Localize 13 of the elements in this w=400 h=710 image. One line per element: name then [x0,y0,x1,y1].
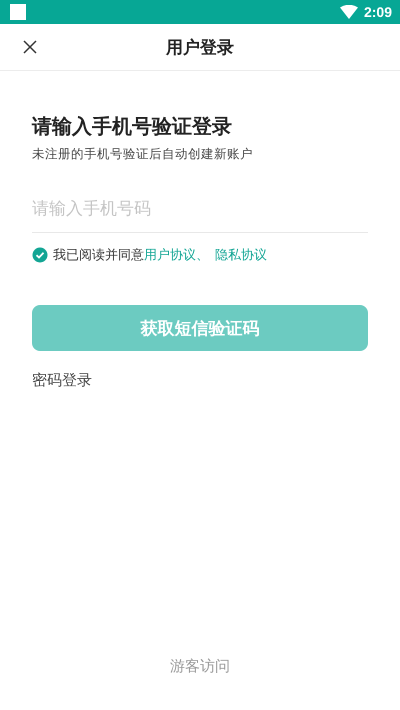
agreement-link[interactable]: 用户协议、 [144,246,209,264]
notification-icon [10,4,26,20]
agreement-link[interactable]: 隐私协议 [215,246,267,264]
close-icon[interactable] [23,40,37,54]
agreement-checkbox[interactable] [32,247,48,263]
password-login-link[interactable]: 密码登录 [32,371,92,390]
page-title: 用户登录 [166,36,234,58]
clock-time: 2:09 [364,4,392,20]
login-subtitle: 未注册的手机号验证后自动创建新账户 [32,146,253,163]
guest-access-link[interactable]: 游客访问 [170,657,230,676]
login-heading: 请输入手机号验证登录 [32,113,232,140]
wifi-icon [340,5,358,19]
agreement-text: 我已阅读并同意 [53,247,144,264]
